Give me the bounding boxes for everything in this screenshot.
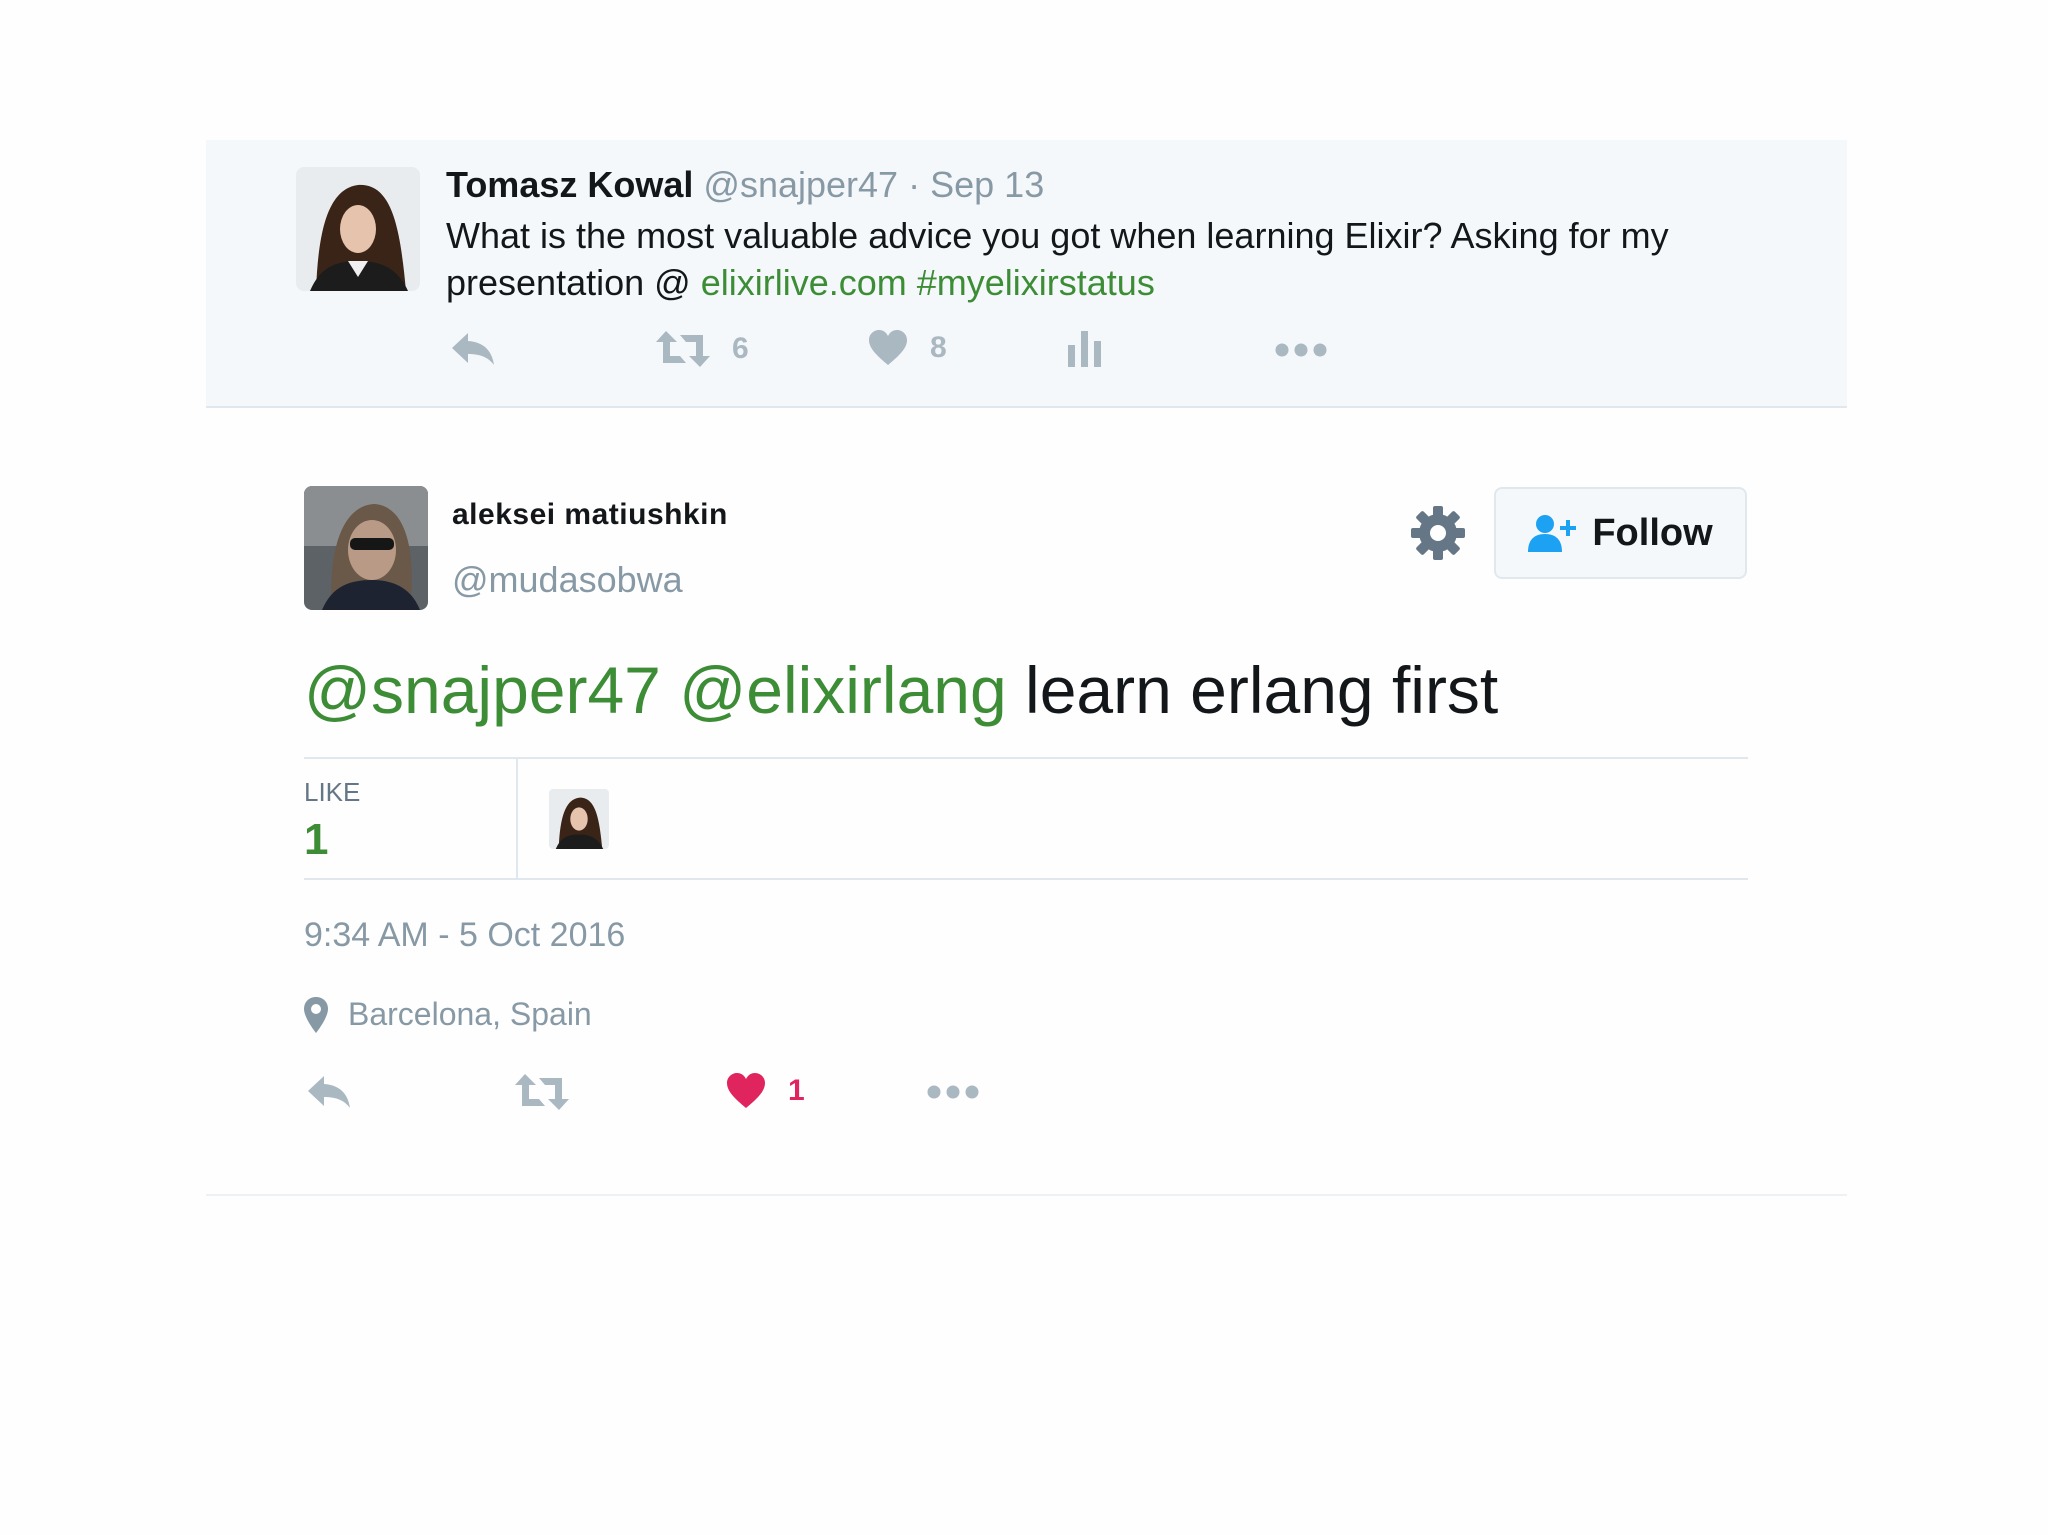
main-author-name[interactable]: aleksei matiushkin xyxy=(452,498,728,532)
follow-button[interactable]: Follow xyxy=(1494,487,1747,579)
mention-link[interactable]: @elixirlang xyxy=(679,653,1006,727)
header-separator: · xyxy=(908,164,921,205)
location-label: Barcelona, Spain xyxy=(348,996,592,1032)
like-button[interactable]: 1 xyxy=(726,1073,805,1109)
mention-link[interactable]: @snajper47 xyxy=(304,653,661,727)
parent-tweet-date[interactable]: Sep 13 xyxy=(930,164,1044,205)
tweet-stats: LIKE 1 xyxy=(304,757,1748,880)
like-count: 1 xyxy=(788,1074,805,1107)
parent-tweet-text: What is the most valuable advice you got… xyxy=(446,212,1766,306)
main-tweet-body: learn erlang first xyxy=(1025,653,1499,727)
heart-icon xyxy=(869,330,907,365)
parent-author-name[interactable]: Tomasz Kowal xyxy=(446,164,693,205)
parent-more-button[interactable] xyxy=(1275,343,1327,357)
main-tweet-text: @snajper47 @elixirlang learn erlang firs… xyxy=(304,652,1498,728)
tweet-timestamp[interactable]: 9:34 AM - 5 Oct 2016 xyxy=(304,916,625,955)
retweet-button[interactable] xyxy=(515,1072,569,1112)
retweet-icon xyxy=(515,1074,569,1110)
location-pin-icon xyxy=(304,996,328,1033)
main-author-avatar[interactable] xyxy=(304,486,428,610)
parent-tweet-link[interactable]: elixirlive.com xyxy=(701,262,907,303)
stats-divider xyxy=(516,759,518,878)
reply-icon xyxy=(452,333,494,365)
tweet-location[interactable]: Barcelona, Spain xyxy=(304,996,592,1033)
gear-icon[interactable] xyxy=(1411,506,1465,560)
reply-icon xyxy=(308,1076,350,1108)
parent-retweet-count: 6 xyxy=(732,332,749,365)
divider xyxy=(206,1194,1847,1196)
parent-tweet-header: Tomasz Kowal @snajper47 · Sep 13 xyxy=(446,164,1044,206)
parent-tweet[interactable]: Tomasz Kowal @snajper47 · Sep 13 What is… xyxy=(206,140,1847,408)
parent-reply-button[interactable] xyxy=(450,331,496,367)
follow-button-label: Follow xyxy=(1592,511,1713,554)
parent-like-count: 8 xyxy=(930,331,947,364)
liker-avatar[interactable] xyxy=(549,789,609,849)
retweet-icon xyxy=(656,331,710,367)
like-stat-count[interactable]: 1 xyxy=(304,815,328,865)
reply-button[interactable] xyxy=(306,1074,352,1110)
parent-retweet-button[interactable]: 6 xyxy=(656,329,749,369)
main-author-handle[interactable]: @mudasobwa xyxy=(452,559,683,601)
parent-author-handle[interactable]: @snajper47 xyxy=(703,164,898,205)
heart-icon xyxy=(727,1073,765,1108)
parent-like-button[interactable]: 8 xyxy=(868,330,947,366)
more-icon xyxy=(927,1085,979,1099)
parent-author-avatar[interactable] xyxy=(296,167,420,291)
more-icon xyxy=(1275,343,1327,357)
more-button[interactable] xyxy=(927,1085,979,1099)
parent-tweet-hashtag[interactable]: #myelixirstatus xyxy=(917,262,1155,303)
analytics-icon xyxy=(1068,331,1101,367)
follow-user-icon xyxy=(1528,515,1577,552)
like-stat-label: LIKE xyxy=(304,777,361,807)
parent-analytics-button[interactable] xyxy=(1068,329,1102,367)
